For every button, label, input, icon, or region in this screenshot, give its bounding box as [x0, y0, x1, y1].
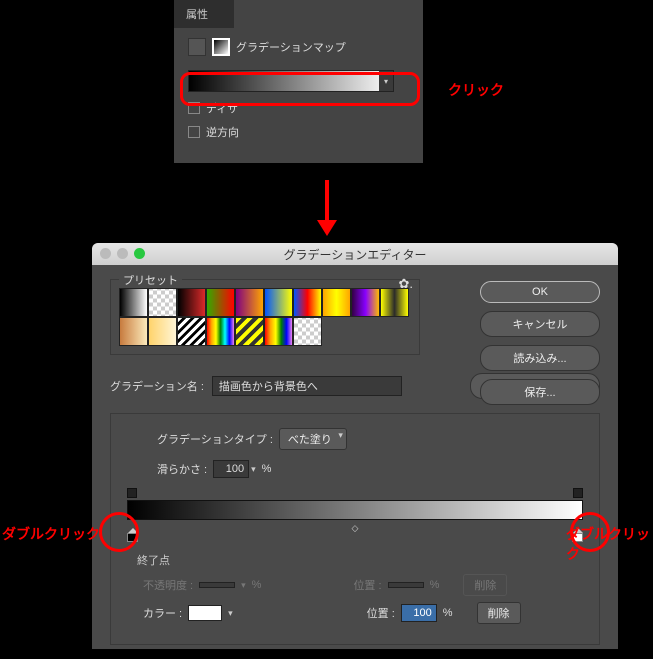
- gradient-map-label: グラデーションマップ: [236, 39, 346, 55]
- gradient-name-label: グラデーション名 :: [110, 378, 204, 394]
- delete-opacity-stop-button: 削除: [463, 574, 507, 596]
- preset-swatch[interactable]: [351, 288, 380, 317]
- preset-swatch[interactable]: [293, 317, 322, 346]
- gradient-editor-dialog: グラデーションエディター プリセット ✿. OK キャンセル 読み込み... 保…: [92, 243, 618, 649]
- preset-swatch[interactable]: [322, 288, 351, 317]
- opacity-input: [199, 582, 235, 588]
- percent-label-4: %: [443, 607, 453, 619]
- load-button[interactable]: 読み込み...: [480, 345, 600, 371]
- gradient-type-dropdown[interactable]: べた塗り: [279, 428, 347, 450]
- preset-swatch[interactable]: [148, 317, 177, 346]
- stops-title: 終了点: [137, 552, 583, 568]
- save-button[interactable]: 保存...: [480, 379, 600, 405]
- dialog-titlebar[interactable]: グラデーションエディター: [92, 243, 618, 265]
- preset-swatch[interactable]: [148, 288, 177, 317]
- highlight-circle-left: [99, 512, 139, 552]
- opacity-stop-right[interactable]: [573, 488, 583, 498]
- cancel-button[interactable]: キャンセル: [480, 311, 600, 337]
- gradient-strip-area: ◇: [127, 488, 583, 542]
- preset-swatch[interactable]: [235, 288, 264, 317]
- preset-swatch[interactable]: [380, 288, 409, 317]
- midpoint-icon[interactable]: ◇: [352, 523, 359, 534]
- percent-label-3: %: [430, 579, 440, 591]
- dblclick-annotation-right: ダブルクリック: [566, 524, 653, 564]
- color-swatch[interactable]: [188, 605, 222, 621]
- reverse-checkbox[interactable]: [188, 126, 200, 138]
- location-input-2[interactable]: 100: [401, 604, 437, 622]
- preset-swatches: [119, 288, 409, 346]
- preset-swatch[interactable]: [235, 317, 264, 346]
- delete-color-stop-button[interactable]: 削除: [477, 602, 521, 624]
- preset-swatch[interactable]: [293, 288, 322, 317]
- location-label-2: 位置 :: [367, 605, 395, 621]
- preset-swatch[interactable]: [119, 288, 148, 317]
- dialog-title: グラデーションエディター: [284, 246, 427, 263]
- preset-label: プリセット: [119, 272, 182, 288]
- adjustment-layer-icon: [188, 38, 206, 56]
- dblclick-annotation-left: ダブルクリック: [2, 524, 100, 544]
- color-label: カラー :: [143, 605, 182, 621]
- gradient-strip[interactable]: [127, 500, 583, 520]
- opacity-label: 不透明度 :: [143, 577, 193, 593]
- window-zoom-icon[interactable]: [134, 248, 145, 259]
- smoothness-input[interactable]: 100: [213, 460, 249, 478]
- gear-icon[interactable]: ✿.: [398, 276, 413, 292]
- preset-swatch[interactable]: [206, 317, 235, 346]
- gradient-name-input[interactable]: [212, 376, 402, 396]
- window-minimize-icon[interactable]: [117, 248, 128, 259]
- reverse-label: 逆方向: [206, 124, 239, 140]
- location-label: 位置 :: [353, 577, 381, 593]
- gradient-type-label: グラデーションタイプ :: [157, 431, 273, 447]
- ok-button[interactable]: OK: [480, 281, 600, 303]
- preset-swatch[interactable]: [264, 317, 293, 346]
- properties-tab[interactable]: 属性: [174, 0, 234, 28]
- window-close-icon[interactable]: [100, 248, 111, 259]
- arrow-down-icon: [325, 180, 329, 222]
- preset-swatch[interactable]: [119, 317, 148, 346]
- smoothness-label: 滑らかさ :: [157, 461, 207, 477]
- preset-swatch[interactable]: [177, 288, 206, 317]
- location-input: [388, 582, 424, 588]
- gradient-settings-fieldset: グラデーションタイプ : べた塗り 滑らかさ : 100 ▾ % ◇ 終了点 不…: [110, 413, 600, 645]
- click-annotation: クリック: [448, 80, 504, 100]
- preset-swatch[interactable]: [206, 288, 235, 317]
- preset-fieldset: プリセット ✿.: [110, 279, 420, 355]
- highlight-box: [180, 72, 420, 106]
- preset-swatch[interactable]: [177, 317, 206, 346]
- percent-label-2: %: [252, 579, 262, 591]
- preset-swatch[interactable]: [264, 288, 293, 317]
- opacity-stop-left[interactable]: [127, 488, 137, 498]
- percent-label: %: [262, 463, 272, 475]
- gradient-map-icon: [212, 38, 230, 56]
